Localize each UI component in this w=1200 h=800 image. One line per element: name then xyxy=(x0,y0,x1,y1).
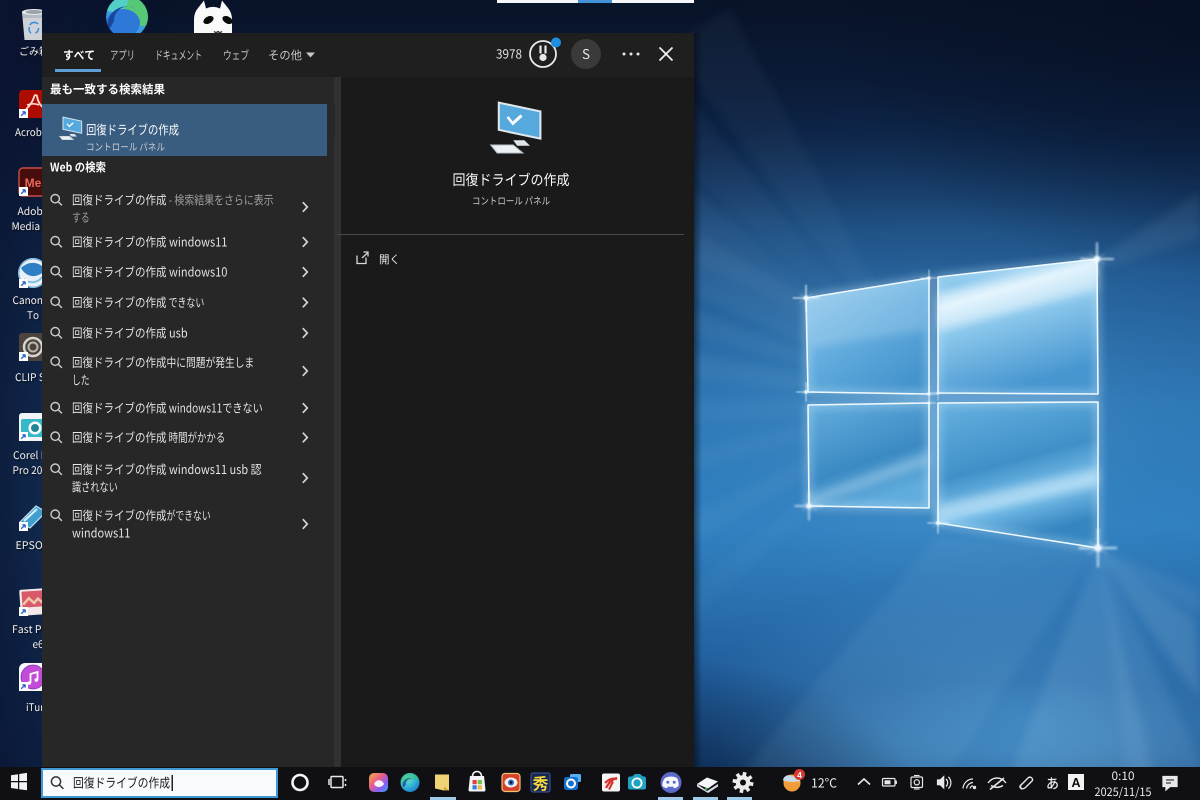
svg-text:4: 4 xyxy=(797,770,802,780)
svg-text:A: A xyxy=(1071,776,1080,790)
